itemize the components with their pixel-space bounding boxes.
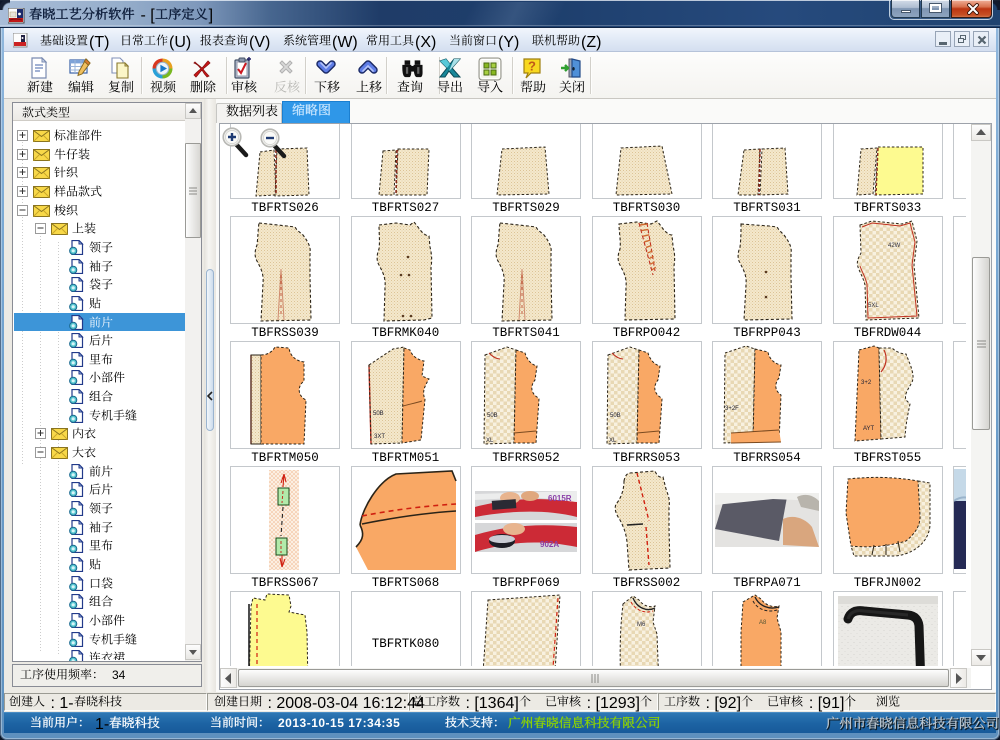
svg-text:?: ? — [528, 59, 536, 74]
svg-text:3XT: 3XT — [374, 434, 385, 440]
svg-text:50B: 50B — [373, 411, 384, 417]
svg-text:A8: A8 — [759, 620, 767, 626]
svg-text:42W: 42W — [888, 243, 901, 249]
svg-text:50B: 50B — [610, 413, 621, 419]
svg-text:3+2: 3+2 — [861, 380, 872, 386]
svg-text:6015R: 6015R — [548, 494, 572, 503]
svg-text:3+2F: 3+2F — [725, 406, 739, 412]
svg-text:5XL: 5XL — [868, 303, 879, 309]
svg-text:M6: M6 — [637, 622, 646, 628]
svg-text:XL: XL — [486, 438, 494, 444]
svg-text:AYT: AYT — [863, 426, 875, 432]
svg-text:902A: 902A — [540, 540, 559, 549]
svg-text:50B: 50B — [487, 413, 498, 419]
svg-text:XL: XL — [609, 438, 617, 444]
